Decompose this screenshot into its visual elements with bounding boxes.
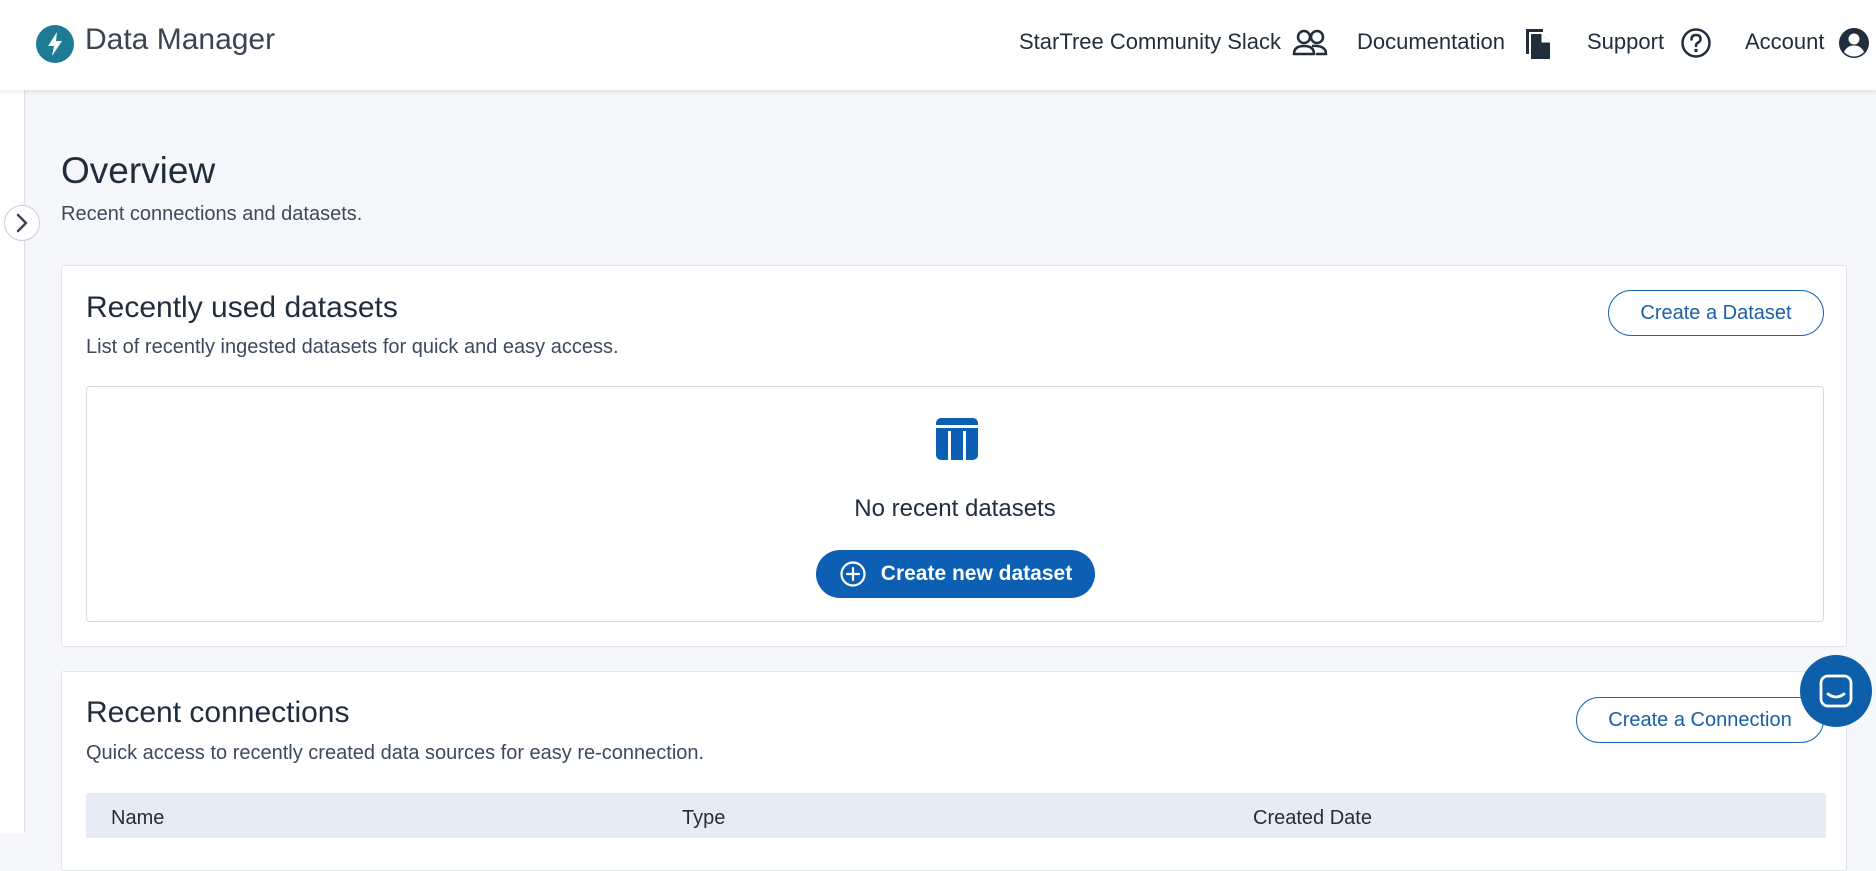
- people-icon[interactable]: [1292, 28, 1328, 60]
- column-header-name[interactable]: Name: [111, 807, 164, 830]
- recent-connections-description: Quick access to recently created data so…: [86, 742, 705, 764]
- create-dataset-button[interactable]: Create a Dataset: [1608, 290, 1824, 336]
- nav-account-label: Account: [1745, 29, 1825, 54]
- document-icon[interactable]: [1523, 26, 1553, 60]
- create-new-dataset-button[interactable]: Create new dataset: [816, 550, 1095, 598]
- empty-state-text: No recent datasets: [854, 495, 1056, 522]
- nav-account[interactable]: Account: [1745, 29, 1825, 55]
- chat-launcher-button[interactable]: [1800, 655, 1872, 727]
- page-title: Overview: [61, 150, 216, 191]
- nav-documentation[interactable]: Documentation: [1357, 29, 1505, 55]
- create-connection-button[interactable]: Create a Connection: [1576, 697, 1824, 743]
- nav-community-slack-label: StarTree Community Slack: [1019, 29, 1282, 54]
- recent-datasets-empty-state: No recent datasets Create new dataset: [86, 386, 1824, 622]
- recent-connections-card: Recent connections Quick access to recen…: [61, 671, 1847, 871]
- table-icon: [936, 418, 978, 461]
- nav-documentation-label: Documentation: [1357, 29, 1505, 54]
- nav-support-label: Support: [1587, 29, 1665, 54]
- app-title[interactable]: Data Manager: [85, 23, 275, 57]
- top-navigation-bar: Data Manager StarTree Community Slack Do…: [0, 0, 1876, 90]
- chat-icon: [1819, 674, 1853, 708]
- sidebar-rail: [0, 90, 25, 833]
- sidebar-expand-button[interactable]: [4, 205, 40, 241]
- recent-connections-title: Recent connections: [86, 696, 350, 729]
- connections-table-header: Name Type Created Date: [86, 793, 1826, 838]
- chevron-right-icon: [16, 213, 28, 233]
- add-circle-icon: [839, 560, 867, 588]
- page-subtitle: Recent connections and datasets.: [61, 203, 363, 225]
- recent-datasets-description: List of recently ingested datasets for q…: [86, 336, 619, 358]
- nav-community-slack[interactable]: StarTree Community Slack: [1019, 29, 1281, 55]
- nav-support[interactable]: Support: [1587, 29, 1664, 55]
- column-header-created-date[interactable]: Created Date: [1253, 807, 1372, 830]
- recent-datasets-title: Recently used datasets: [86, 291, 398, 324]
- lightning-logo-icon[interactable]: [36, 25, 74, 63]
- create-new-dataset-label: Create new dataset: [880, 562, 1073, 585]
- account-circle-icon[interactable]: [1838, 27, 1870, 59]
- help-circle-icon[interactable]: [1680, 27, 1712, 59]
- column-header-type[interactable]: Type: [682, 807, 725, 830]
- recent-datasets-card: Recently used datasets List of recently …: [61, 265, 1847, 647]
